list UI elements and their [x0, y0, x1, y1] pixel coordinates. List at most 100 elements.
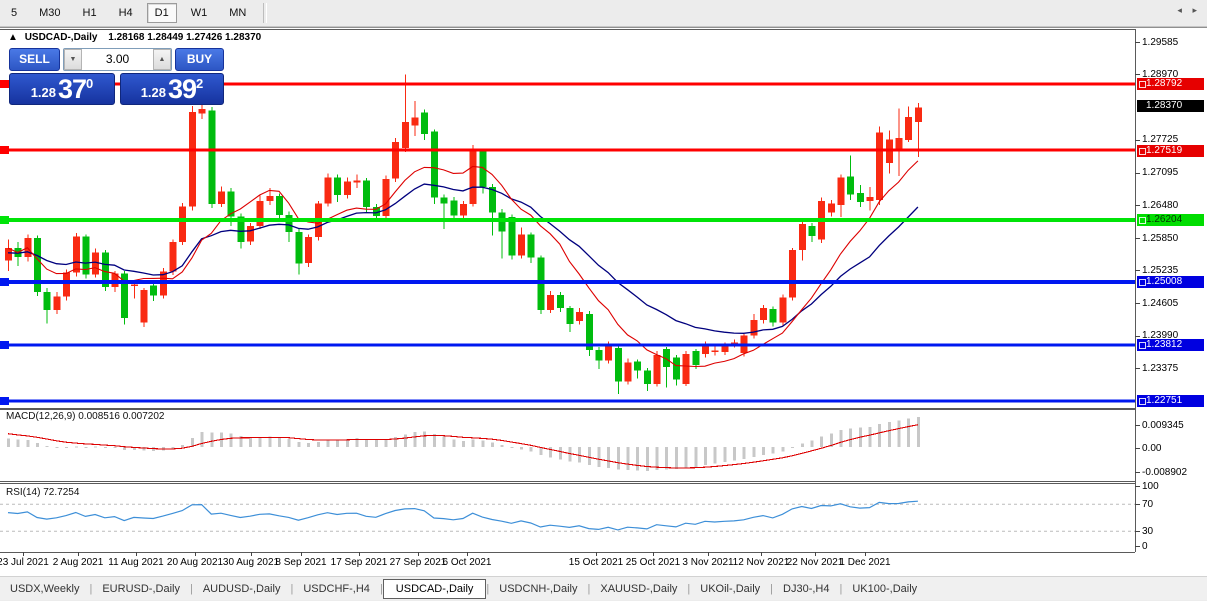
tab-ukoil--daily[interactable]: UKOil-,Daily: [690, 579, 770, 599]
timeframe-button-h4[interactable]: H4: [111, 3, 141, 23]
date-tick-mark: [136, 552, 137, 556]
quote-header: ▲ USDCAD-,Daily 1.28168 1.28449 1.27426 …: [8, 32, 261, 43]
price-tick: 1.24605: [1142, 297, 1179, 309]
sell-price-button[interactable]: 1.28 37 0: [9, 73, 115, 105]
tab-scroll-nav: ◂ ▸: [1177, 5, 1201, 16]
tab-xauusd--daily[interactable]: XAUUSD-,Daily: [590, 579, 687, 599]
panel-border: [0, 481, 1135, 482]
chart-area[interactable]: [0, 27, 1207, 577]
date-label: 27 Sep 2021: [389, 557, 447, 568]
date-tick-mark: [708, 552, 709, 556]
buy-button[interactable]: BUY: [175, 48, 224, 71]
rsi-axis-tick: 100: [1142, 481, 1159, 492]
price-line-tag: 1.28792: [1137, 77, 1204, 90]
panel-border: [0, 552, 1135, 553]
sell-button[interactable]: SELL: [9, 48, 60, 71]
buy-price-sup: 2: [196, 76, 204, 91]
price-line-tag: 1.25008: [1137, 276, 1204, 289]
tab-dj30--h4[interactable]: DJ30-,H4: [773, 579, 839, 599]
price-line-tag: 1.22751: [1137, 394, 1204, 407]
ohlc-values: 1.28168 1.28449 1.27426 1.28370: [108, 32, 262, 43]
timeframe-button-m30[interactable]: M30: [31, 3, 68, 23]
buy-price-button[interactable]: 1.28 39 2: [119, 73, 224, 105]
price-tick: 1.25235: [1142, 264, 1179, 276]
tabs-scroll-left-icon[interactable]: ◂: [1177, 5, 1186, 15]
macd-axis-tick: 0.009345: [1142, 420, 1184, 431]
date-label: 1 Dec 2021: [839, 557, 891, 568]
date-tick-mark: [23, 552, 24, 556]
date-tick-mark: [653, 552, 654, 556]
price-tick: 1.25850: [1142, 232, 1179, 244]
volume-stepper: ▼ 3.00 ▲: [63, 48, 172, 71]
volume-decrease-button[interactable]: ▼: [64, 49, 82, 70]
tab-usdcad--daily[interactable]: USDCAD-,Daily: [382, 578, 487, 599]
price-tick-mark: [1135, 205, 1140, 206]
price-tick-mark: [1135, 368, 1140, 369]
symbol-title: USDCAD-,Daily: [24, 32, 98, 43]
collapse-panel-icon[interactable]: ▲: [8, 32, 18, 43]
date-label: 11 Aug 2021: [108, 557, 164, 568]
tab-usdchf--h4[interactable]: USDCHF-,H4: [293, 579, 380, 599]
sell-price-big: 37: [58, 74, 87, 104]
rsi-tick-mark: [1135, 531, 1140, 532]
macd-label: MACD(12,26,9) 0.008516 0.007202: [6, 411, 165, 422]
macd-tick-mark: [1135, 472, 1140, 473]
line-anchor-icon: [1139, 279, 1146, 287]
date-label: 6 Oct 2021: [442, 557, 492, 568]
date-tick-mark: [195, 552, 196, 556]
rsi-axis-tick: 30: [1142, 526, 1154, 537]
macd-axis-tick: -0.008902: [1142, 467, 1188, 478]
tab-uk100--daily[interactable]: UK100-,Daily: [842, 579, 927, 599]
panel-border: [0, 29, 1135, 30]
tabs-scroll-right-icon[interactable]: ▸: [1192, 5, 1201, 15]
toolbar-separator: [263, 3, 268, 23]
date-tick-mark: [418, 552, 419, 556]
price-tick-mark: [1135, 74, 1140, 75]
timeframe-button-5[interactable]: 5: [3, 3, 25, 23]
line-anchor-icon: [1139, 342, 1146, 350]
tab-eurusd--daily[interactable]: EURUSD-,Daily: [92, 579, 190, 599]
price-tick-mark: [1135, 336, 1140, 337]
volume-input[interactable]: 3.00: [82, 49, 153, 70]
date-label: 12 Nov 2021: [732, 557, 790, 568]
timeframe-button-w1[interactable]: W1: [183, 3, 216, 23]
buy-price-small: 1.28: [140, 85, 166, 100]
volume-increase-button[interactable]: ▲: [153, 49, 171, 70]
panel-border: [0, 483, 1135, 484]
rsi-tick-mark: [1135, 504, 1140, 505]
date-tick-mark: [301, 552, 302, 556]
panel-border: [0, 409, 1135, 410]
timeframe-button-h1[interactable]: H1: [75, 3, 105, 23]
tab-usdcnh--daily[interactable]: USDCNH-,Daily: [489, 579, 587, 599]
price-line-tag: 1.27519: [1137, 144, 1204, 157]
price-tick-mark: [1135, 42, 1140, 43]
timeframe-toolbar: 5 M30 H1 H4 D1 W1 MN: [0, 0, 1207, 27]
macd-tick-mark: [1135, 425, 1140, 426]
date-label: 25 Oct 2021: [625, 557, 681, 568]
price-line-tag: 1.26204: [1137, 213, 1204, 226]
price-tick-mark: [1135, 270, 1140, 271]
timeframe-button-d1[interactable]: D1: [146, 3, 177, 23]
price-tick: 1.23375: [1142, 362, 1179, 374]
price-tick: 1.27725: [1142, 134, 1179, 146]
buy-price-big: 39: [168, 74, 197, 104]
date-label: 17 Sep 2021: [330, 557, 388, 568]
date-tick-mark: [815, 552, 816, 556]
line-anchor-icon: [1139, 80, 1146, 88]
date-tick-mark: [359, 552, 360, 556]
tab-audusd--daily[interactable]: AUDUSD-,Daily: [193, 579, 291, 599]
line-anchor-icon: [1139, 397, 1146, 405]
date-label: 2 Aug 2021: [52, 557, 104, 568]
date-tick-mark: [865, 552, 866, 556]
date-tick-mark: [596, 552, 597, 556]
line-anchor-icon: [1139, 147, 1146, 155]
tab-usdx-weekly[interactable]: USDX,Weekly: [0, 579, 89, 599]
timeframe-button-mn[interactable]: MN: [221, 3, 254, 23]
date-label: 30 Aug 2021: [222, 557, 280, 568]
date-tick-mark: [78, 552, 79, 556]
sell-price-sup: 0: [86, 76, 94, 91]
date-label: 15 Oct 2021: [568, 557, 624, 568]
chevron-up-icon: ▲: [158, 56, 166, 63]
symbol-tab-bar: USDX,Weekly | EURUSD-,Daily | AUDUSD-,Daily |…: [0, 576, 1207, 600]
price-axis-line: [1135, 29, 1136, 552]
